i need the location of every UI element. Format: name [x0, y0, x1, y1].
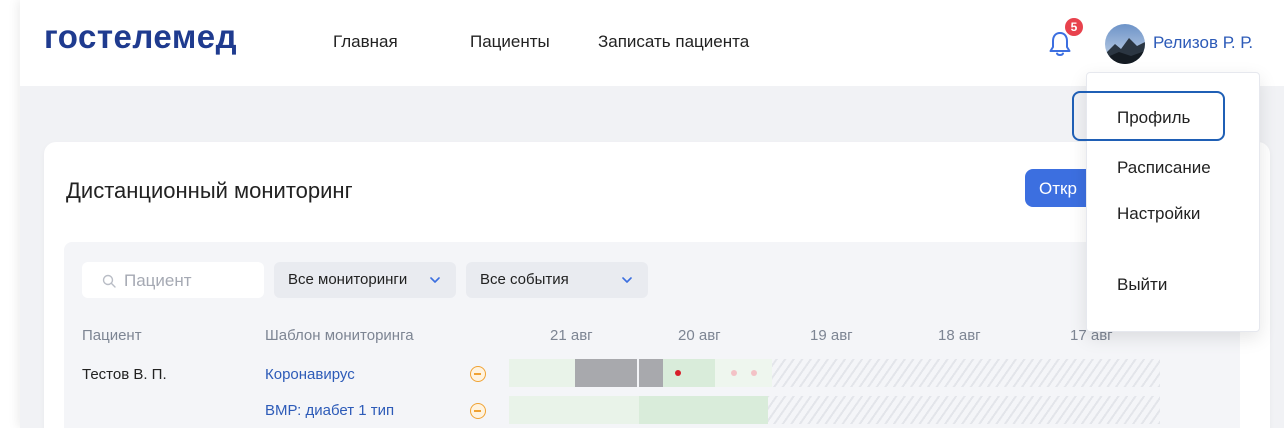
user-name[interactable]: Релизов Р. Р.	[1153, 33, 1253, 53]
event-dot[interactable]	[751, 370, 757, 376]
search-placeholder: Пациент	[124, 271, 192, 290]
menu-item-settings[interactable]: Настройки	[1117, 204, 1200, 224]
timeline-cell[interactable]	[509, 359, 575, 387]
app-window: гостелемед Главная Пациенты Записать пац…	[20, 0, 1284, 428]
timeline-cell[interactable]	[639, 359, 663, 387]
menu-item-logout[interactable]: Выйти	[1117, 275, 1167, 295]
page-title: Дистанционный мониторинг	[66, 178, 353, 203]
minus-circle-icon[interactable]	[470, 403, 486, 419]
timeline-empty	[768, 396, 1160, 424]
event-dot[interactable]	[731, 370, 737, 376]
avatar[interactable]	[1105, 24, 1145, 64]
template-link[interactable]: ВМР: диабет 1 тип	[265, 402, 394, 419]
nav-book-patient[interactable]: Записать пациента	[598, 32, 749, 52]
event-dot[interactable]	[675, 370, 681, 376]
timeline-cell[interactable]	[575, 359, 637, 387]
column-header-template: Шаблон мониторинга	[265, 327, 414, 344]
template-link[interactable]: Коронавирус	[265, 366, 355, 383]
minus-circle-icon[interactable]	[470, 366, 486, 382]
date-header: 19 авг	[810, 327, 853, 344]
events-filter-label: Все события	[480, 271, 569, 288]
menu-item-schedule[interactable]: Расписание	[1117, 158, 1211, 178]
timeline-empty	[772, 359, 1160, 387]
date-header: 21 авг	[550, 327, 593, 344]
monitoring-filter-label: Все мониторинги	[288, 271, 408, 288]
timeline-cell[interactable]	[509, 396, 639, 424]
logo[interactable]: гостелемед	[44, 18, 237, 56]
column-header-patient: Пациент	[82, 327, 142, 344]
menu-item-profile[interactable]: Профиль	[1117, 108, 1190, 128]
patient-name[interactable]: Тестов В. П.	[82, 366, 167, 383]
chevron-down-icon	[622, 277, 632, 283]
chevron-down-icon	[430, 277, 440, 283]
nav-home[interactable]: Главная	[333, 32, 398, 52]
date-header: 18 авг	[938, 327, 981, 344]
date-header: 20 авг	[678, 327, 721, 344]
timeline-cell[interactable]	[715, 359, 772, 387]
nav-patients[interactable]: Пациенты	[470, 32, 550, 52]
events-filter-dropdown[interactable]: Все события	[466, 262, 648, 298]
notification-badge: 5	[1065, 18, 1083, 36]
timeline-cell[interactable]	[639, 396, 768, 424]
timeline-cell[interactable]	[663, 359, 715, 387]
patient-search-input[interactable]: Пациент	[82, 262, 264, 298]
search-icon	[102, 274, 116, 288]
monitoring-filter-dropdown[interactable]: Все мониторинги	[274, 262, 456, 298]
